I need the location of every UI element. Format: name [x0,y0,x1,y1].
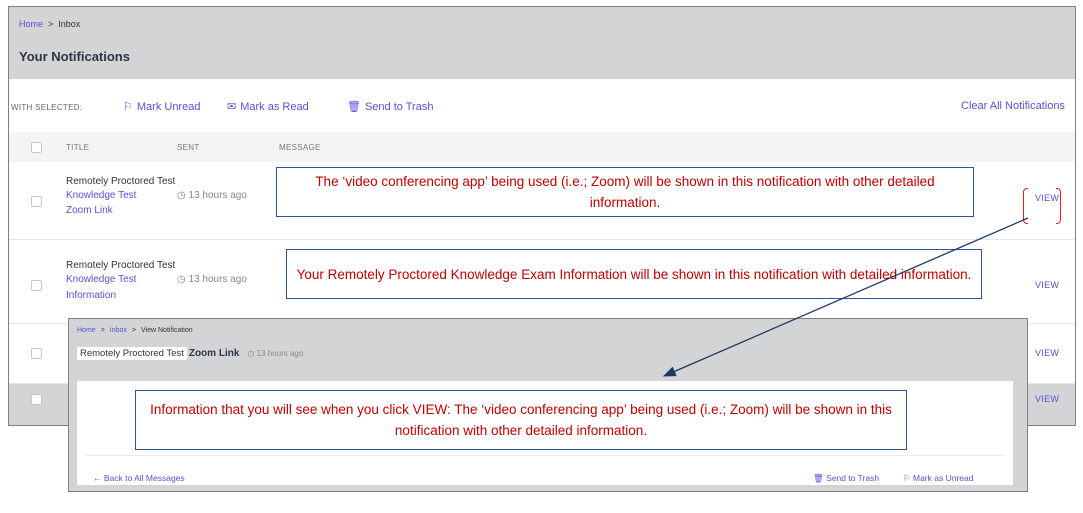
send-to-trash-label: Send to Trash [364,101,434,113]
breadcrumb-separator: > [131,327,136,334]
view-button[interactable]: VIEW [1035,348,1059,358]
breadcrumb: Home > Inbox [19,19,80,29]
inbox-header: Home > Inbox Your Notifications [9,7,1075,79]
mark-read-button[interactable]: ✉ Mark as Read [227,100,309,113]
mark-unread-button[interactable]: ⚐ Mark Unread [123,100,200,113]
divider [85,455,1005,456]
with-selected-label: WITH SELECTED: [11,103,83,112]
detail-breadcrumb: Home > Inbox > View Notification [77,327,193,334]
row-sent: ◷ 13 hours ago [177,190,247,201]
bulk-actions-bar: WITH SELECTED: ⚐ Mark Unread ✉ Mark as Rea… [9,97,1075,119]
row-subtitle[interactable]: Knowledge Test [66,190,136,201]
select-all-checkbox[interactable] [31,142,42,153]
arrow-left-icon: ← [93,473,104,483]
column-title: TITLE [66,143,90,152]
detail-send-to-trash-button[interactable]: 🗑 Send to Trash [813,473,879,484]
row-title: Remotely Proctored Test [66,176,176,187]
column-message: MESSAGE [279,143,321,152]
back-label: Back to All Messages [103,473,185,483]
clock-icon: ◷ [177,274,189,285]
breadcrumb-separator: > [100,327,105,334]
row-sent: ◷ 13 hours ago [177,274,247,285]
row-title: Remotely Proctored Test [66,260,176,271]
row-checkbox[interactable] [31,196,42,207]
row-sent-time: 13 hours ago [188,274,247,285]
detail-time: ◷ 13 hours ago [247,349,303,358]
view-button[interactable]: VIEW [1035,394,1059,404]
row-checkbox[interactable] [31,394,42,405]
row-subtitle[interactable]: Zoom Link [66,205,113,216]
highlight-bracket-left [1023,188,1028,224]
back-to-all-messages-link[interactable]: ← Back to All Messages [93,473,185,483]
flag-icon: ⚐ [123,101,133,113]
detail-breadcrumb-inbox-link[interactable]: Inbox [110,327,127,334]
detail-breadcrumb-home-link[interactable]: Home [77,327,96,334]
trash-icon: 🗑 [813,473,827,483]
callout-zoom-info: The ‘video conferencing app’ being used … [276,167,974,217]
row-subtitle[interactable]: Knowledge Test [66,274,136,285]
column-sent: SENT [177,143,200,152]
page-title: Your Notifications [19,49,130,64]
callout-exam-info: Your Remotely Proctored Knowledge Exam I… [286,249,982,299]
clock-icon: ◷ [247,349,257,358]
detail-send-to-trash-label: Send to Trash [826,473,880,483]
highlight-bracket-right [1056,188,1061,224]
callout-view-info: Information that you will see when you c… [135,390,907,450]
clear-all-notifications-button[interactable]: Clear All Notifications [961,100,1065,112]
table-header: TITLE SENT MESSAGE [9,132,1075,162]
clock-icon: ◷ [177,190,189,201]
flag-icon: ⚐ [903,473,913,483]
mark-read-label: Mark as Read [240,101,309,113]
detail-time-text: 13 hours ago [256,349,304,358]
detail-breadcrumb-current: View Notification [141,327,193,334]
breadcrumb-current: Inbox [58,19,81,29]
row-subtitle[interactable]: Information [66,290,116,301]
detail-title: Remotely Proctored Test Zoom Link ◷ 13 hou… [77,347,303,361]
mark-unread-label: Mark Unread [136,101,201,113]
send-to-trash-button[interactable]: 🗑 Send to Trash [347,100,433,113]
detail-title-pill: Remotely Proctored Test [77,347,187,360]
trash-icon: 🗑 [347,101,361,113]
row-checkbox[interactable] [31,348,42,359]
detail-mark-unread-label: Mark as Unread [912,473,974,483]
detail-title-bold: Zoom Link [188,348,240,359]
view-button[interactable]: VIEW [1035,280,1059,290]
envelope-icon: ✉ [227,101,237,113]
detail-mark-unread-button[interactable]: ⚐ Mark as Unread [903,473,973,484]
breadcrumb-home-link[interactable]: Home [19,19,43,29]
row-checkbox[interactable] [31,280,42,291]
breadcrumb-separator: > [48,19,54,29]
row-sent-time: 13 hours ago [188,190,247,201]
